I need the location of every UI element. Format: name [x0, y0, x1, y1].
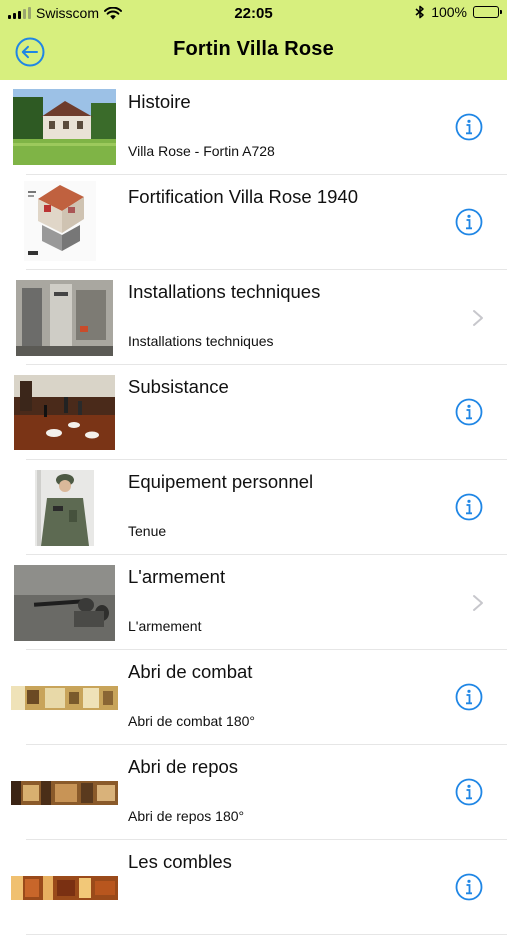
fortification-diagram-thumbnail [24, 181, 96, 261]
item-title: Subsistance [128, 376, 229, 397]
list-item-installations-techniques[interactable]: Installations techniques Installations t… [0, 270, 507, 365]
bluetooth-icon [415, 5, 424, 19]
panorama-combles-thumbnail [11, 876, 118, 900]
info-icon[interactable] [455, 113, 483, 141]
panorama-repos-thumbnail [11, 781, 118, 805]
item-title: Abri de repos [128, 756, 239, 777]
page-title: Fortin Villa Rose [173, 38, 334, 60]
info-icon[interactable] [455, 493, 483, 521]
item-subtitle: Abri de combat 180° [128, 713, 256, 729]
info-icon[interactable] [455, 683, 483, 711]
soldier-uniform-thumbnail [35, 470, 94, 546]
chevron-right-icon [473, 310, 483, 326]
panorama-combat-thumbnail [11, 686, 118, 710]
item-title: Installations techniques [128, 281, 321, 302]
item-subtitle: Villa Rose - Fortin A728 [128, 143, 275, 159]
item-title: Histoire [128, 91, 191, 112]
item-subtitle: Abri de repos 180° [128, 808, 245, 824]
item-title: Abri de combat [128, 661, 253, 682]
info-icon[interactable] [455, 778, 483, 806]
status-bar: Swisscom 22:05 100% [0, 0, 507, 28]
battery-icon [473, 6, 502, 18]
info-icon[interactable] [455, 398, 483, 426]
top-bar: Swisscom 22:05 100% Fortin Villa Rose [0, 0, 507, 80]
list-item-fortification[interactable]: Fortification Villa Rose 1940 [0, 175, 507, 270]
dining-table-thumbnail [14, 375, 115, 450]
item-subtitle: Tenue [128, 523, 167, 539]
list-item-subsistance[interactable]: Subsistance [0, 365, 507, 460]
list-item-armement[interactable]: L'armement L'armement [0, 555, 507, 650]
item-title: Equipement personnel [128, 471, 314, 492]
list-item-les-combles[interactable]: Les combles [0, 840, 507, 935]
item-subtitle: L'armement [128, 618, 202, 634]
list-item-histoire[interactable]: Histoire Villa Rose - Fortin A728 [0, 80, 507, 175]
info-icon[interactable] [455, 208, 483, 236]
list-item-equipement-personnel[interactable]: Equipement personnel Tenue [0, 460, 507, 555]
machine-gun-photo-thumbnail [14, 565, 115, 641]
technical-room-thumbnail [16, 280, 113, 356]
menu-list: Histoire Villa Rose - Fortin A728 Fortif… [0, 80, 507, 935]
item-subtitle: Installations techniques [128, 333, 274, 349]
villa-photo-thumbnail [13, 89, 116, 165]
chevron-right-icon [473, 595, 483, 611]
info-icon[interactable] [455, 873, 483, 901]
battery-percent: 100% [431, 4, 467, 20]
list-item-abri-de-repos[interactable]: Abri de repos Abri de repos 180° [0, 745, 507, 840]
item-title: L'armement [128, 566, 226, 587]
list-item-abri-de-combat[interactable]: Abri de combat Abri de combat 180° [0, 650, 507, 745]
item-title: Fortification Villa Rose 1940 [128, 186, 359, 207]
item-title: Les combles [128, 851, 232, 872]
